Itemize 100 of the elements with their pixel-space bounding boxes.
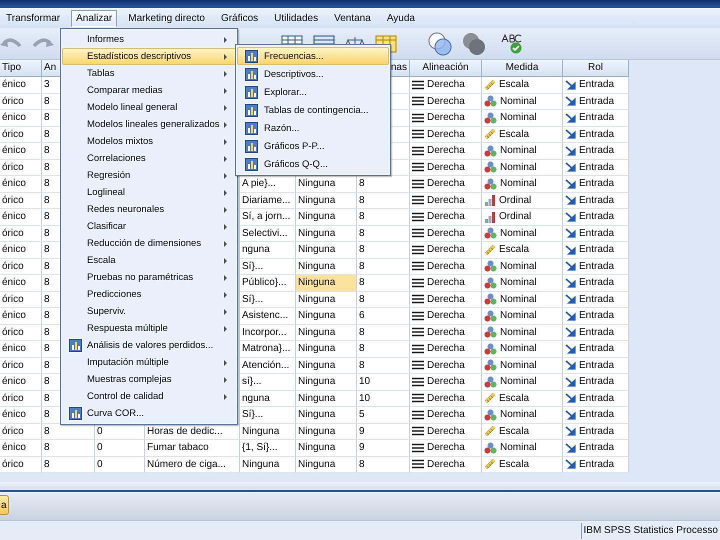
table-cell: Entrada [579,211,614,222]
arrow-icon [565,278,576,288]
table-cell: órico [0,192,42,209]
menu-item[interactable]: Frecuencias... [237,47,389,65]
ruler-icon [484,425,496,438]
table-cell: Derecha [427,458,465,470]
table-cell: Entrada [579,294,614,305]
arrow-icon [565,80,576,90]
table-cell: Nominal [500,162,537,173]
menu-item[interactable]: Gráficos Q-Q... [237,155,389,173]
circles-icon [484,227,497,240]
table-cell: Derecha [427,211,465,222]
table-cell: Derecha [427,96,465,107]
table-cell: énico [0,110,42,126]
circles-icon [484,376,497,388]
table-cell: Derecha [427,392,465,404]
menu-item[interactable]: Transformar [1,10,66,26]
menu-item[interactable]: Razón... [237,119,389,137]
alignment-icon [412,344,424,354]
table-cell: énico [0,407,42,424]
column-header[interactable]: Tipo [0,60,42,77]
menu-item[interactable]: Analizar [71,10,118,26]
ruler-icon [484,458,496,470]
submenu-arrow-icon [224,104,227,110]
horizontal-scrollbar[interactable] [0,482,720,492]
table-cell: Fumar tabaco [145,440,240,456]
table-cell: 8 [357,176,410,192]
table-cell: Nominal [500,343,537,354]
table-cell: énico [0,440,42,456]
menu-item[interactable]: Descriptivos... [237,65,389,83]
table-cell: Entrada [579,178,614,190]
table-cell: Ninguna [296,440,357,456]
circles-icon[interactable] [461,32,487,56]
chart-icon [244,158,258,170]
circles-icon [484,342,497,355]
table-cell: Ninguna [296,407,357,424]
alignment-icon [412,393,424,404]
alignment-icon [412,146,424,156]
table-cell: Entrada [579,442,614,454]
table-cell: órico [0,324,42,341]
table-cell: Nominal [500,294,537,305]
circles-icon [484,112,497,124]
menu-item[interactable]: Explorar... [237,83,389,101]
arrow-icon [565,294,576,304]
table-cell: énico [0,209,42,226]
column-header[interactable]: Alineación [410,60,482,77]
table-cell: Entrada [579,426,614,437]
table-cell: Entrada [579,228,614,239]
arrow-icon [565,393,576,404]
table-cell: Entrada [579,244,614,256]
table-cell: énico [0,143,42,160]
menu-item[interactable]: Marketing directo [123,10,210,26]
circles-icon[interactable] [427,32,453,56]
table-cell: Escala [499,392,530,404]
arrow-icon [565,442,576,453]
table-cell: énico [0,308,42,324]
menu-item[interactable]: Ventana [329,10,376,26]
table-cell: 8 [357,275,410,292]
table-cell: órico [0,424,42,440]
menu-item[interactable]: Gráficos [216,10,264,26]
spellcheck-icon[interactable] [499,32,523,54]
arrow-icon [565,261,576,272]
table-cell: Nominal [500,442,537,454]
submenu-arrow-icon [224,308,227,314]
table-cell: 8 [42,456,95,473]
table-cell: Nominal [500,376,537,388]
menu-item[interactable]: Gráficos P-P... [237,137,389,155]
menu-item[interactable]: Informes [62,31,236,48]
table-cell: 8 [357,209,410,226]
menu-item[interactable]: Estadísticos descriptivos [62,48,236,65]
table-cell: Entrada [579,392,614,404]
circles-icon [484,144,497,157]
table-cell: Sí, a jorn... [240,209,296,226]
table-cell: Entrada [579,409,614,420]
table-cell: A pie}... [240,176,296,192]
table-cell: Ninguna [296,341,357,358]
table-cell: Derecha [427,244,465,256]
table-cell: órico [0,126,42,143]
table-cell: Derecha [427,260,465,272]
alignment-icon [412,278,424,288]
table-cell: órico [0,358,42,374]
column-header[interactable]: Medida [482,60,563,77]
alignment-icon [412,195,424,206]
table-cell: Escala [499,79,530,90]
alignment-icon [412,212,424,222]
arrow-icon [565,129,576,140]
circles-icon [484,161,497,174]
column-header[interactable]: Rol [563,60,629,77]
menu-item[interactable]: Ayuda [382,10,420,26]
sheet-tab[interactable]: a [0,495,9,515]
table-cell: Entrada [579,112,614,124]
table-cell: Ninguna [296,390,357,407]
alignment-icon [412,244,424,255]
menu-item[interactable]: Utilidades [269,10,324,26]
circles-icon [484,260,497,272]
bar-chart-icon [484,194,496,206]
circles-icon [484,408,497,421]
menu-item[interactable]: Tablas de contingencia... [237,101,389,119]
submenu-arrow-icon [224,138,227,144]
table-cell: 8 [357,324,410,341]
